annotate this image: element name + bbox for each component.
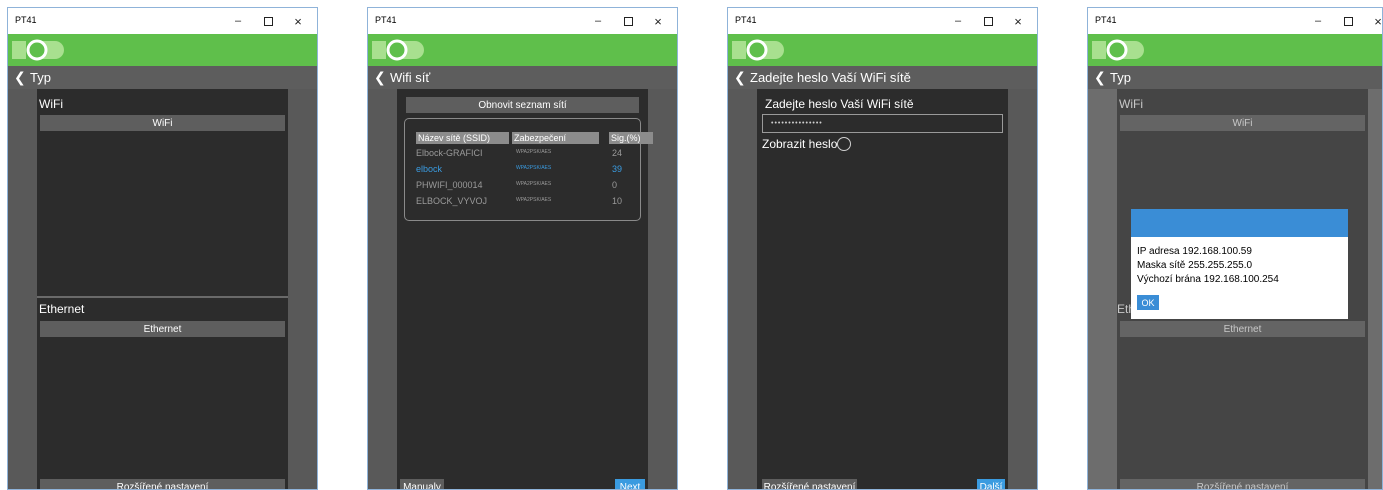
network-security: WPA2PSK/AES: [516, 197, 552, 203]
window-wifi-network: PT41 – × ❮ Wifi síť Obnovit seznam sítí …: [367, 7, 678, 490]
nav-bar: ❮ Zadejte heslo Vaší WiFi sítě: [728, 66, 1037, 89]
page-title: Zadejte heslo Vaší WiFi sítě: [750, 70, 911, 85]
title-bar: PT41 – ×: [1088, 8, 1382, 34]
wifi-button[interactable]: WiFi: [40, 115, 285, 131]
window-title: PT41: [375, 15, 397, 25]
network-security: WPA2PSK/AES: [516, 165, 552, 171]
maximize-icon: [983, 16, 993, 26]
network-row-selected[interactable]: elbock WPA2PSK/AES 39: [405, 162, 640, 178]
close-button[interactable]: ×: [1363, 10, 1382, 32]
show-password-radio[interactable]: [837, 137, 851, 151]
password-input[interactable]: •••••••••••••••: [762, 114, 1003, 133]
back-chevron-icon[interactable]: ❮: [1094, 69, 1106, 86]
network-row[interactable]: Elbock-GRAFICI WPA2PSK/AES 24: [405, 146, 640, 162]
window-type-select-dialog: PT41 – × ❮ Typ WiFi WiFi Eth Ethernet Ro…: [1087, 7, 1383, 490]
refresh-networks-button[interactable]: Obnovit seznam sítí: [406, 97, 639, 113]
network-ssid: elbock: [416, 164, 443, 174]
ip-address-text: IP adresa 192.168.100.59: [1137, 246, 1252, 257]
nav-bar: ❮ Wifi síť: [368, 66, 677, 89]
network-signal: 10: [612, 196, 623, 206]
nav-bar: ❮ Typ: [8, 66, 317, 89]
title-bar: PT41 – ×: [368, 8, 677, 34]
header-bar: [728, 34, 1037, 66]
page-title: Wifi síť: [390, 70, 431, 85]
title-bar: PT41 – ×: [728, 8, 1037, 34]
content-area: WiFi WiFi Ethernet Ethernet Rozšířené na…: [8, 89, 317, 489]
password-prompt: Zadejte heslo Vaší WiFi sítě: [765, 97, 914, 111]
network-list: Název sítě (SSID) Zabezpečení Sig.(%) El…: [404, 118, 653, 221]
main-panel: WiFi WiFi Ethernet Ethernet Rozšířené na…: [37, 89, 288, 489]
manual-button[interactable]: Manualy: [400, 479, 444, 489]
close-button[interactable]: ×: [283, 10, 313, 32]
app-logo: [732, 39, 784, 61]
content-area: Zadejte heslo Vaší WiFi sítě •••••••••••…: [728, 89, 1037, 489]
maximize-button[interactable]: [1333, 10, 1363, 32]
network-signal: 24: [612, 148, 623, 158]
gateway-text: Výchozí brána 192.168.100.254: [1137, 274, 1279, 285]
maximize-button[interactable]: [973, 10, 1003, 32]
network-security: WPA2PSK/AES: [516, 149, 552, 155]
maximize-icon: [263, 16, 273, 26]
app-logo: [1092, 39, 1144, 61]
maximize-button[interactable]: [613, 10, 643, 32]
header-bar: [8, 34, 317, 66]
network-ssid: Elbock-GRAFICI: [416, 148, 483, 158]
back-chevron-icon[interactable]: ❮: [734, 69, 746, 86]
network-ssid: PHWIFI_000014: [416, 180, 483, 190]
minimize-button[interactable]: –: [583, 10, 613, 32]
close-button[interactable]: ×: [1003, 10, 1033, 32]
close-button[interactable]: ×: [643, 10, 673, 32]
column-header-ssid: Název sítě (SSID): [416, 132, 509, 144]
network-signal: 39: [612, 164, 623, 174]
app-logo: [372, 39, 424, 61]
header-bar: [368, 34, 677, 66]
ok-button[interactable]: OK: [1137, 295, 1159, 310]
page-title: Typ: [1110, 70, 1131, 85]
minimize-button[interactable]: –: [943, 10, 973, 32]
network-info-dialog: IP adresa 192.168.100.59 Maska sítě 255.…: [1131, 209, 1348, 319]
content-area: Obnovit seznam sítí Název sítě (SSID) Za…: [368, 89, 677, 489]
maximize-button[interactable]: [253, 10, 283, 32]
window-wifi-password: PT41 – × ❮ Zadejte heslo Vaší WiFi sítě …: [727, 7, 1038, 490]
next-button[interactable]: Next: [615, 479, 645, 489]
main-panel: Zadejte heslo Vaší WiFi sítě •••••••••••…: [757, 89, 1008, 489]
back-chevron-icon[interactable]: ❮: [374, 69, 386, 86]
minimize-button[interactable]: –: [223, 10, 253, 32]
wifi-section-label: WiFi: [39, 97, 63, 111]
page-title: Typ: [30, 70, 51, 85]
subnet-mask-text: Maska sítě 255.255.255.0: [1137, 260, 1253, 271]
dialog-header: [1131, 209, 1348, 237]
app-logo: [12, 39, 64, 61]
network-ssid: ELBOCK_VYVOJ: [416, 196, 488, 206]
column-header-signal: Sig.(%): [609, 132, 653, 144]
window-title: PT41: [1095, 15, 1117, 25]
network-signal: 0: [612, 180, 618, 190]
network-security: WPA2PSK/AES: [516, 181, 552, 187]
title-bar: PT41 – ×: [8, 8, 317, 34]
next-button[interactable]: Další: [977, 479, 1005, 489]
maximize-icon: [1343, 16, 1353, 26]
divider: [37, 296, 288, 298]
nav-bar: ❮ Typ: [1088, 66, 1382, 89]
main-panel: Obnovit seznam sítí Název sítě (SSID) Za…: [397, 89, 653, 489]
window-type-select: PT41 – × ❮ Typ WiFi WiFi Ethernet Ethern…: [7, 7, 318, 490]
advanced-settings-button[interactable]: Rozšířené nastavení: [762, 479, 857, 489]
network-row[interactable]: PHWIFI_000014 WPA2PSK/AES 0: [405, 178, 640, 194]
maximize-icon: [623, 16, 633, 26]
window-title: PT41: [15, 15, 37, 25]
window-title: PT41: [735, 15, 757, 25]
network-row[interactable]: ELBOCK_VYVOJ WPA2PSK/AES 10: [405, 194, 640, 210]
header-bar: [1088, 34, 1382, 66]
advanced-settings-button[interactable]: Rozšířené nastavení: [40, 479, 285, 489]
ethernet-section-label: Ethernet: [39, 302, 85, 316]
minimize-button[interactable]: –: [1303, 10, 1333, 32]
back-chevron-icon[interactable]: ❮: [14, 69, 26, 86]
show-password-label: Zobrazit heslo: [762, 137, 838, 151]
ethernet-button[interactable]: Ethernet: [40, 321, 285, 337]
column-header-security: Zabezpečení: [512, 132, 599, 144]
